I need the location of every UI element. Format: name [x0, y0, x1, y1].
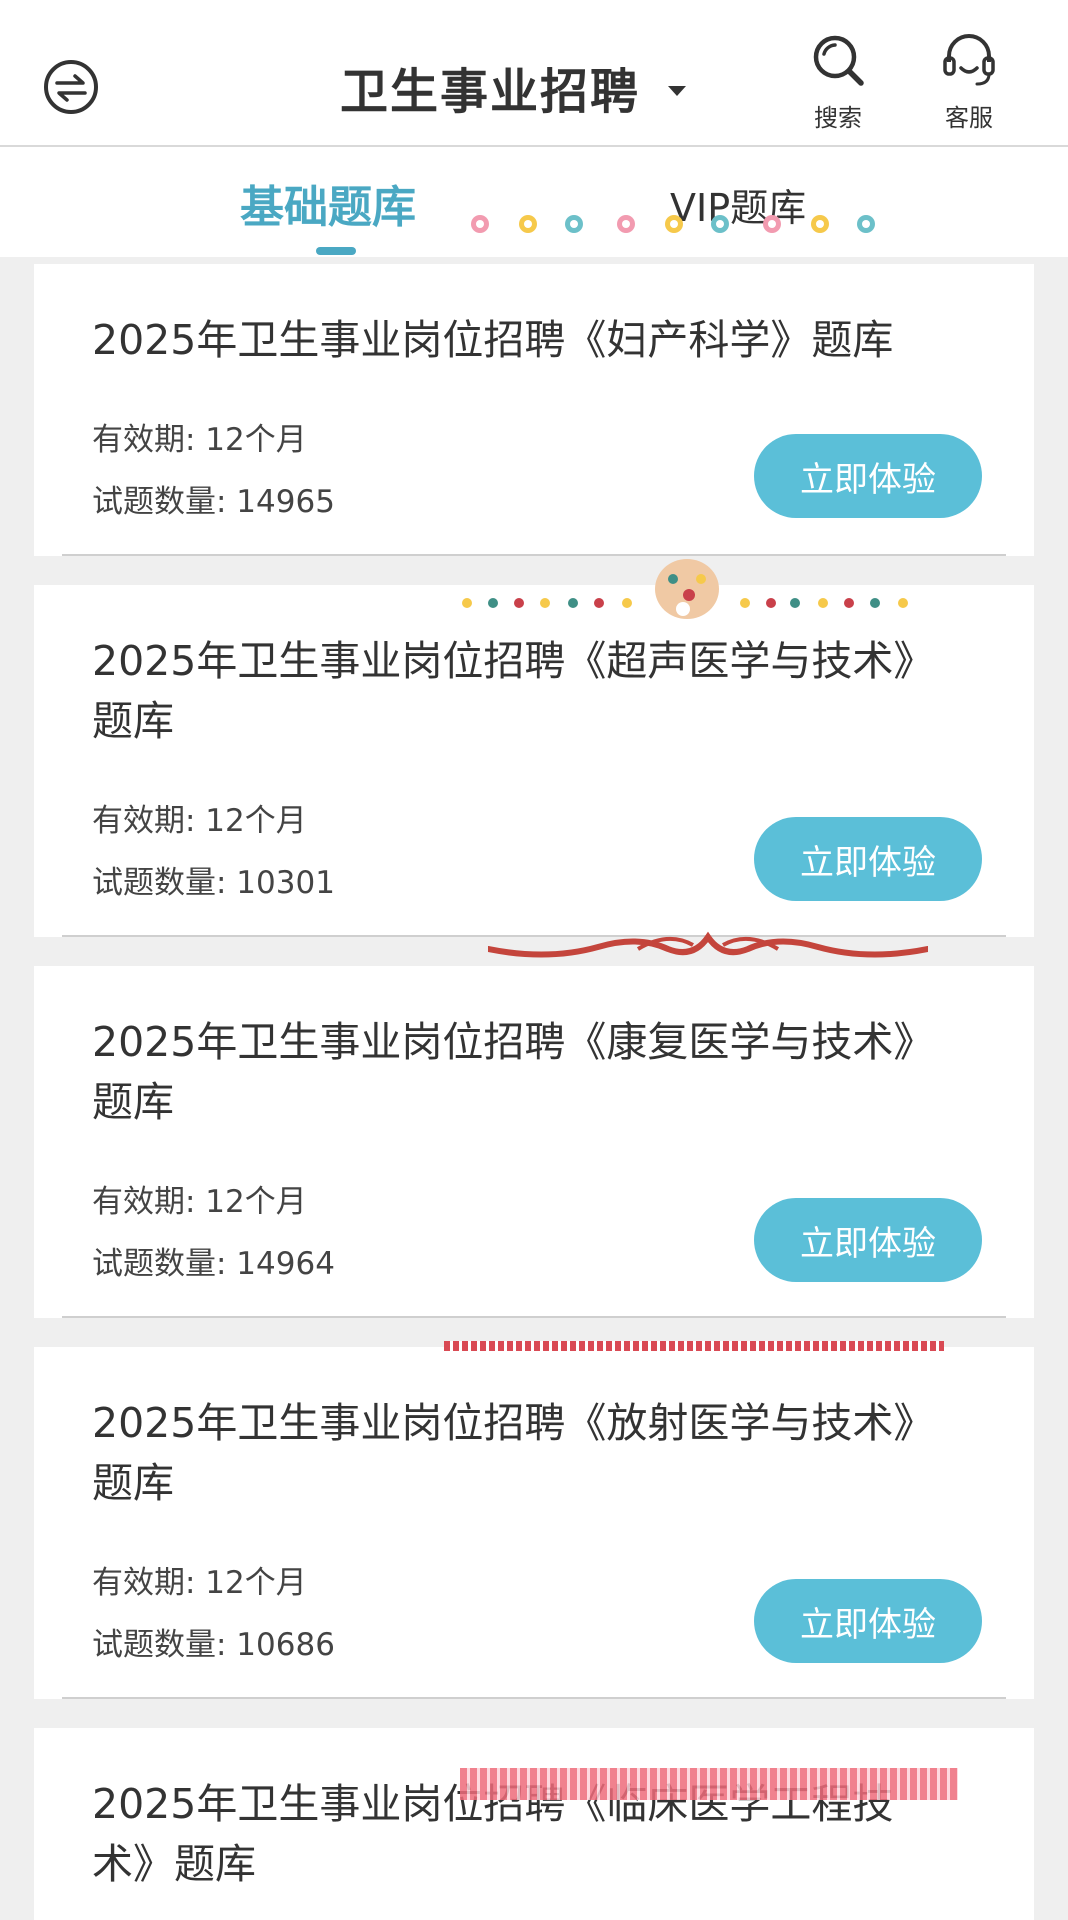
divider [62, 1316, 1006, 1318]
question-bank-card[interactable]: 2025年卫生事业岗位招聘《放射医学与技术》题库 有效期: 12个月 试题数量:… [34, 1347, 1034, 1699]
exam-category-selector[interactable]: 卫生事业招聘 [340, 52, 687, 122]
question-count-text: 试题数量: 10301 [92, 865, 335, 901]
validity-text: 有效期: 12个月 [92, 422, 307, 458]
scroll-ornament-icon [488, 931, 928, 958]
question-count-text: 试题数量: 10686 [92, 1627, 335, 1663]
chevron-down-icon [668, 86, 687, 96]
customer-service-button[interactable]: 客服 [924, 32, 1014, 133]
question-bank-card[interactable]: 2025年卫生事业岗位招聘《超声医学与技术》题库 有效期: 12个月 试题数量:… [34, 585, 1034, 937]
top-bar: 卫生事业招聘 搜索 客服 [0, 0, 1068, 147]
search-button[interactable]: 搜索 [793, 32, 883, 133]
question-bank-card[interactable]: 2025年卫生事业岗位招聘《康复医学与技术》题库 有效期: 12个月 试题数量:… [34, 966, 1034, 1318]
service-label: 客服 [945, 104, 993, 132]
try-now-button[interactable]: 立即体验 [754, 434, 982, 518]
page-title: 卫生事业招聘 [340, 64, 641, 120]
question-bank-card[interactable]: 2025年卫生事业岗位招聘《妇产科学》题库 有效期: 12个月 试题数量: 14… [34, 264, 1034, 556]
validity-text: 有效期: 12个月 [92, 1565, 307, 1601]
question-bank-card[interactable]: 2025年卫生事业岗位招聘《临床医学工程技术》题库 [34, 1728, 1034, 1920]
try-now-button[interactable]: 立即体验 [754, 1198, 982, 1282]
switch-icon[interactable] [44, 60, 98, 114]
try-now-button[interactable]: 立即体验 [754, 1579, 982, 1663]
card-title: 2025年卫生事业岗位招聘《妇产科学》题库 [92, 316, 894, 364]
validity-text: 有效期: 12个月 [92, 1184, 307, 1220]
card-title: 2025年卫生事业岗位招聘《超声医学与技术》题库 [92, 637, 935, 745]
search-label: 搜索 [814, 104, 862, 132]
try-now-button[interactable]: 立即体验 [754, 817, 982, 901]
divider [62, 1697, 1006, 1699]
dotted-ribbon-decoration [444, 1341, 944, 1351]
card-title: 2025年卫生事业岗位招聘《康复医学与技术》题库 [92, 1018, 935, 1126]
headset-icon [943, 34, 995, 86]
tab-active-indicator [316, 247, 356, 255]
search-icon [813, 35, 864, 86]
validity-text: 有效期: 12个月 [92, 803, 307, 839]
question-count-text: 试题数量: 14965 [92, 484, 335, 520]
dotted-ribbon-decoration [460, 1768, 958, 1800]
flower-decoration-icon [471, 215, 875, 233]
tab-basic[interactable]: 基础题库 [240, 171, 416, 235]
question-count-text: 试题数量: 14964 [92, 1246, 335, 1282]
tab-bar: 基础题库 VIP题库 [0, 147, 1068, 257]
card-title: 2025年卫生事业岗位招聘《放射医学与技术》题库 [92, 1399, 935, 1507]
palette-decoration-icon [462, 559, 908, 619]
